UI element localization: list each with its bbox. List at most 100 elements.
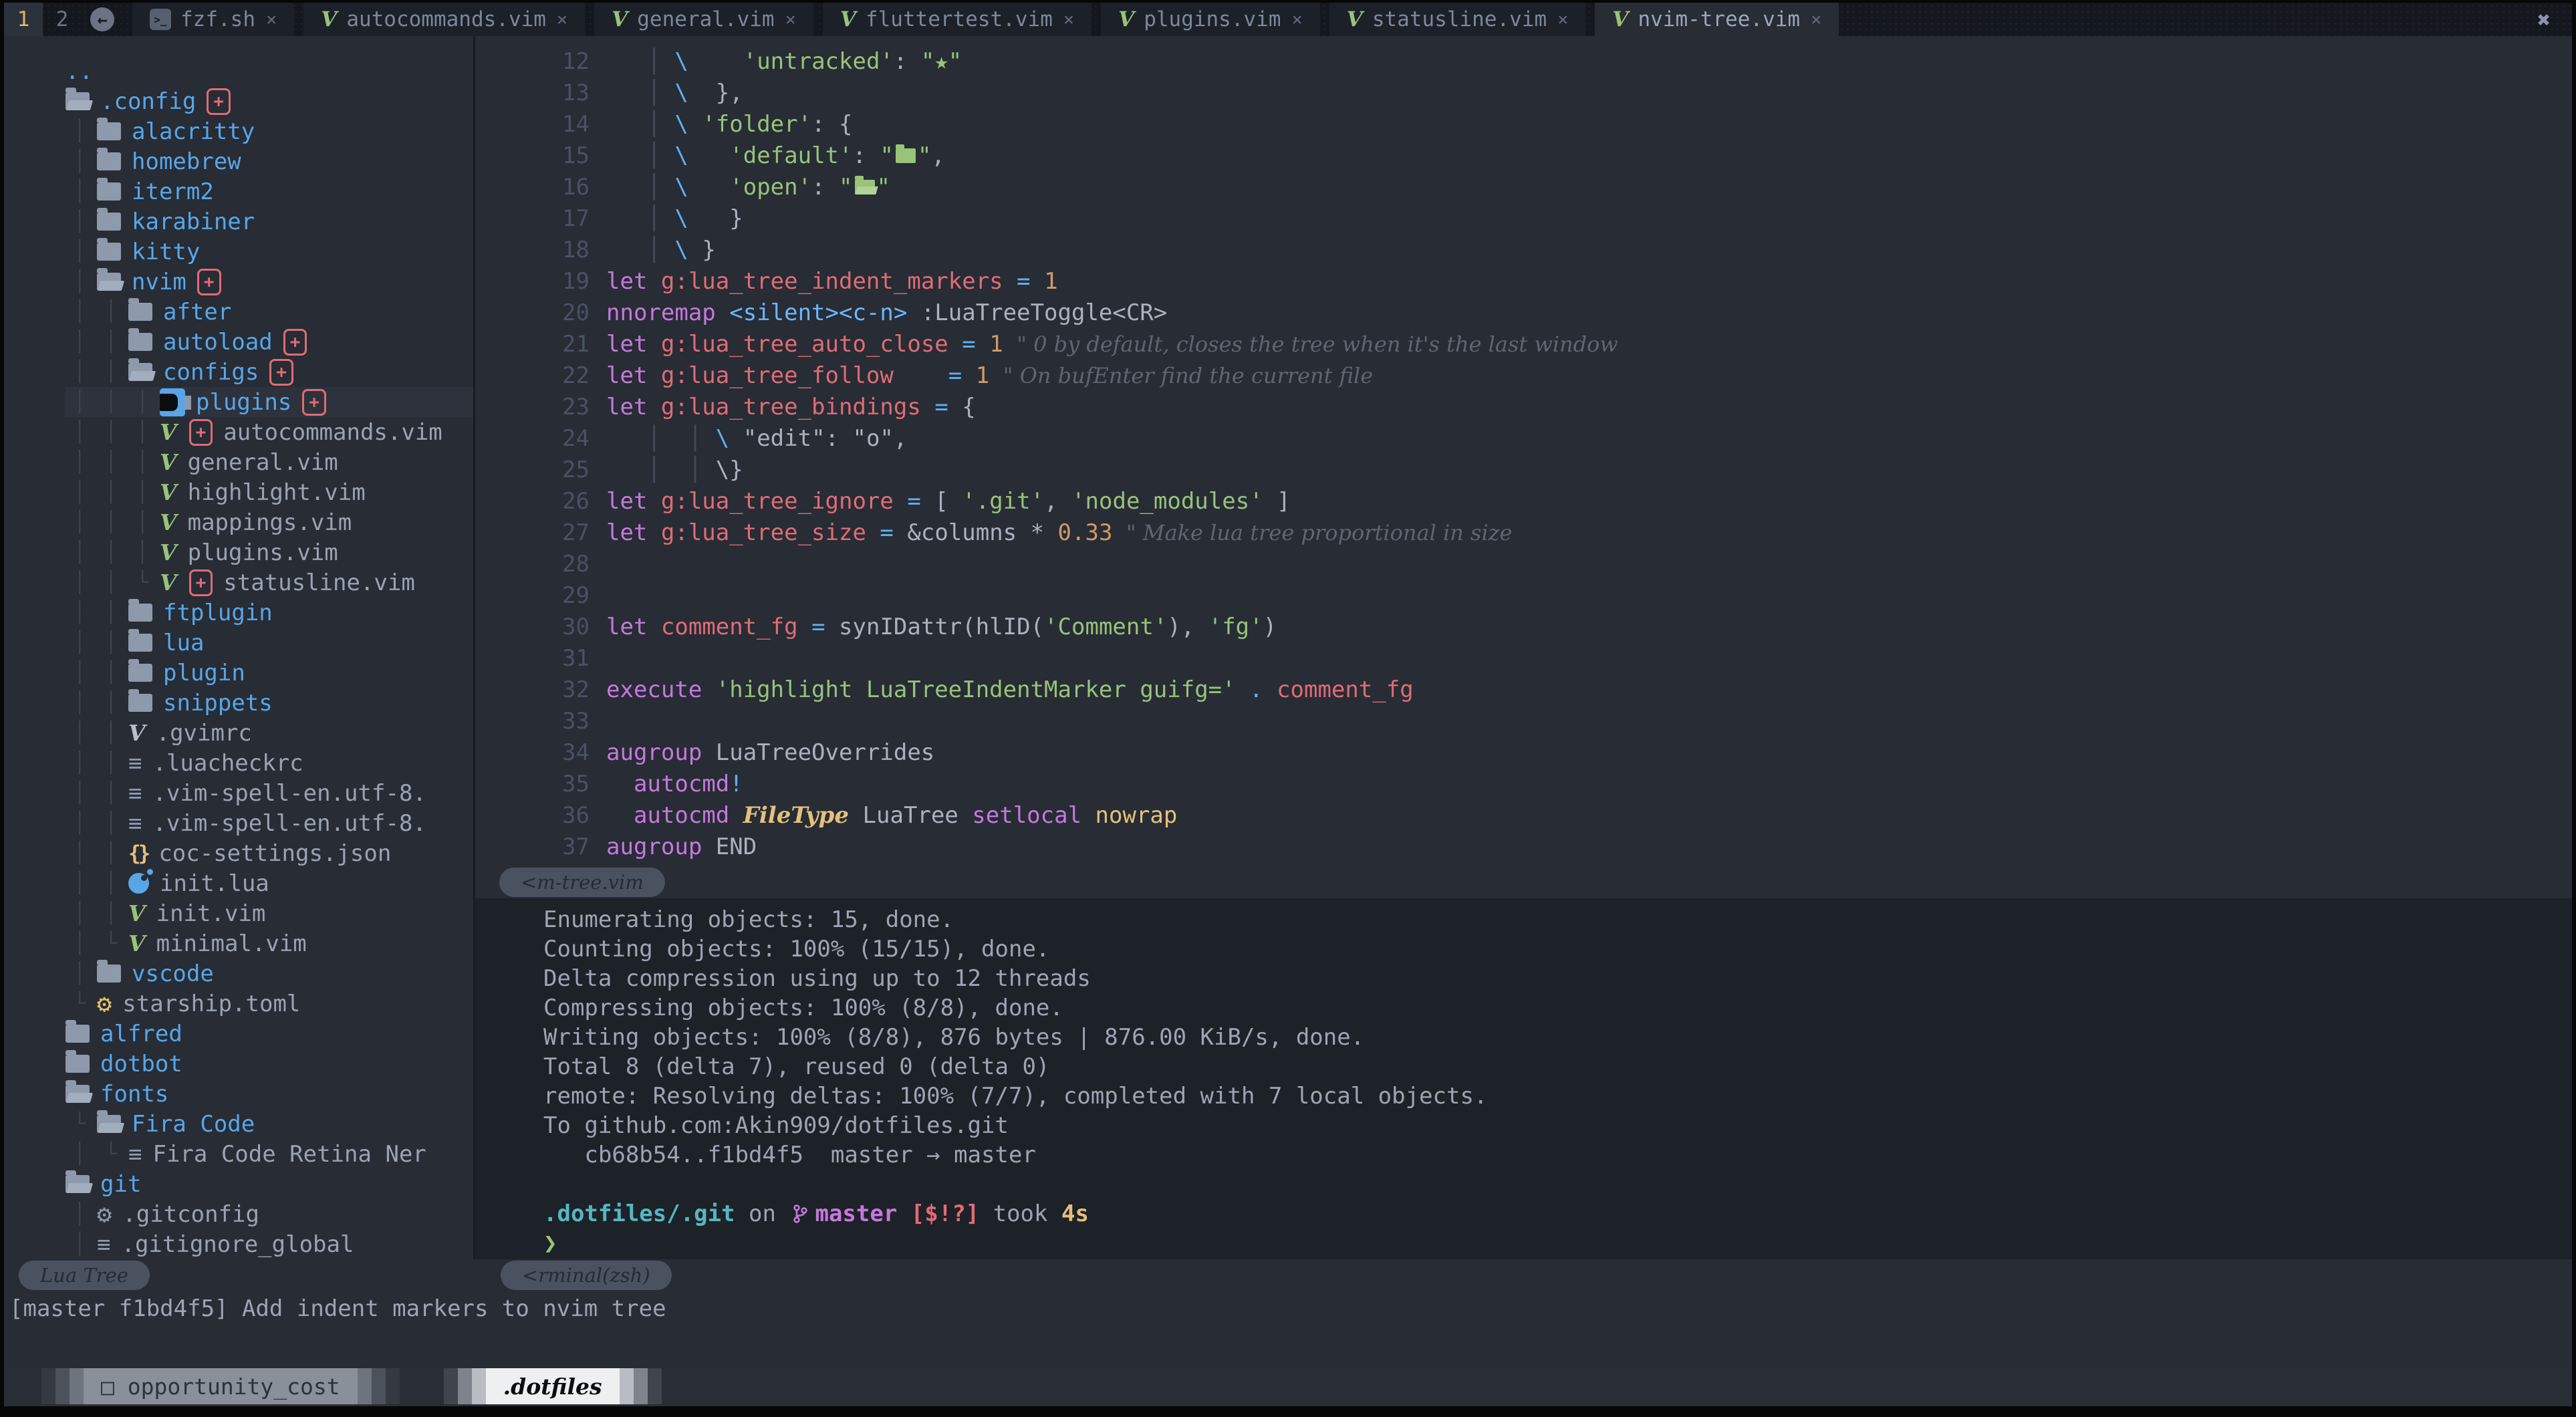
code-token: g:lua_tree_bindings [661, 394, 921, 420]
editor-tab[interactable]: Vautocommands.vim× [303, 3, 585, 36]
tree-item[interactable]: │││plugins+ [4, 387, 473, 417]
tree-item[interactable]: │││Vplugins.vim [4, 537, 473, 567]
tab-close-icon[interactable]: × [1557, 9, 1568, 30]
tree-item[interactable]: │└≡Fira Code Retina Ner [4, 1139, 473, 1169]
editor-tab[interactable]: Vnvim-tree.vim× [1595, 3, 1839, 36]
code-text: execute 'highlight LuaTreeIndentMarker g… [606, 676, 1414, 703]
tree-item[interactable]: └Fira Code [4, 1109, 473, 1139]
tree-item[interactable]: │││Vhighlight.vim [4, 477, 473, 507]
folder-icon [128, 604, 152, 622]
tree-item[interactable]: alfred [4, 1019, 473, 1049]
code-token: 'node_modules' [1071, 488, 1263, 515]
tab-close-icon[interactable]: × [557, 9, 567, 30]
tree-item[interactable]: ││≡.vim-spell-en.utf-8. [4, 808, 473, 838]
tab-label: general.vim [637, 7, 774, 31]
tree-item[interactable]: ││{}coc-settings.json [4, 838, 473, 868]
tree-item[interactable]: ││ftplugin [4, 598, 473, 628]
code-token: augroup [606, 833, 716, 860]
tree-item[interactable]: │nvim+ [4, 267, 473, 297]
tmux-window[interactable]: □ opportunity_cost [41, 1368, 400, 1404]
editor-tab[interactable]: Vstatusline.vim× [1329, 3, 1586, 36]
tree-item[interactable]: │⚙.gitconfig [4, 1199, 473, 1229]
tree-item-label: nvim [132, 269, 186, 295]
tmux-window-indicator[interactable]: 1 [4, 3, 43, 36]
tree-item[interactable]: ││lua [4, 628, 473, 658]
tmux-window[interactable]: .dotfiles [444, 1368, 662, 1404]
code-token [1263, 676, 1277, 703]
terminal-panel[interactable]: Enumerating objects: 15, done.Counting o… [475, 898, 2572, 1259]
tree-item[interactable]: ││autoload+ [4, 327, 473, 357]
editor-panel[interactable]: 12 │ \ 'untracked': "★"13 │ \ },14 │ \ '… [475, 36, 2572, 866]
line-number: 30 [475, 614, 590, 640]
tree-item[interactable]: │kitty [4, 237, 473, 267]
folder-open-glyph-icon [855, 180, 875, 195]
tree-item-label: autoload [163, 329, 273, 356]
code-line: 25 │ │ \} [475, 454, 2572, 485]
tree-item[interactable]: │││V+autocommands.vim [4, 417, 473, 447]
vim-file-icon: V [160, 449, 177, 475]
tree-guide: │ [66, 300, 97, 324]
tree-item[interactable]: │││Vmappings.vim [4, 507, 473, 537]
tab-close-icon[interactable]: × [1292, 9, 1303, 30]
tree-guide: └ [66, 992, 97, 1015]
tree-item-label: alacritty [132, 118, 255, 145]
tree-item-label: iterm2 [132, 178, 214, 205]
tree-guide: │ [66, 1142, 97, 1166]
tmux-window-indicator[interactable]: 2 [43, 3, 82, 36]
tree-item-label: mappings.vim [188, 509, 352, 536]
tree-guide: └ [97, 932, 128, 955]
tree-item[interactable]: │alacritty [4, 116, 473, 146]
terminal-token: Total 8 (delta 7), reused 0 (delta 0) [543, 1053, 1049, 1080]
tree-guide: │ [66, 842, 97, 865]
git-status-badge: + [207, 88, 231, 115]
code-token: : [894, 48, 921, 75]
tree-item[interactable]: dotbot [4, 1049, 473, 1079]
tree-item[interactable]: ││init.lua [4, 868, 473, 898]
tab-close-icon[interactable]: × [785, 9, 796, 30]
tree-item[interactable]: ││plugin [4, 658, 473, 688]
editor-tab[interactable]: Vgeneral.vim× [594, 3, 813, 36]
tree-item[interactable]: │karabiner [4, 207, 473, 237]
editor-tab[interactable]: Vfluttertest.vim× [823, 3, 1091, 36]
tree-item[interactable]: │└Vminimal.vim [4, 928, 473, 958]
line-number: 16 [475, 174, 590, 201]
code-line: 27let g:lua_tree_size = &columns * 0.33 … [475, 517, 2572, 548]
tree-item[interactable]: ││Vinit.vim [4, 898, 473, 928]
code-line: 20nnoremap <silent><c-n> :LuaTreeToggle<… [475, 297, 2572, 328]
tree-item[interactable]: │iterm2 [4, 176, 473, 207]
tree-item[interactable]: │vscode [4, 958, 473, 989]
tree-item[interactable]: ││≡.luacheckrc [4, 748, 473, 778]
tree-item[interactable]: ││after [4, 297, 473, 327]
tree-item[interactable]: ││└V+statusline.vim [4, 567, 473, 598]
tree-guide: │ [66, 902, 97, 925]
tree-guide: │ [66, 511, 97, 534]
tree-item[interactable]: git [4, 1169, 473, 1199]
tree-item[interactable]: │││Vgeneral.vim [4, 447, 473, 477]
editor-tab[interactable]: >_fzf.sh× [132, 3, 294, 36]
file-tree-panel[interactable]: ...config+│alacritty│homebrew│iterm2│kar… [4, 36, 475, 1259]
code-token [688, 142, 729, 169]
tree-item[interactable]: ││snippets [4, 688, 473, 718]
tree-item[interactable]: fonts [4, 1079, 473, 1109]
tree-guide: └ [97, 1142, 128, 1166]
back-button[interactable]: ← [82, 3, 123, 36]
tree-item[interactable]: └⚙starship.toml [4, 989, 473, 1019]
tree-item[interactable]: │≡.gitignore_global [4, 1229, 473, 1259]
code-token: let [606, 268, 661, 295]
code-token: = [880, 519, 893, 546]
code-line: 30let comment_fg = synIDattr(hlID('Comme… [475, 611, 2572, 642]
tree-item[interactable]: .. [4, 56, 473, 86]
tree-item[interactable]: .config+ [4, 86, 473, 116]
terminal-token: Enumerating objects: 15, done. [543, 906, 954, 933]
editor-tab[interactable]: Vplugins.vim× [1101, 3, 1320, 36]
tree-item[interactable]: ││V.gvimrc [4, 718, 473, 748]
tree-item[interactable]: ││configs+ [4, 357, 473, 387]
tree-item[interactable]: ││≡.vim-spell-en.utf-8. [4, 778, 473, 808]
tab-close-icon[interactable]: × [1811, 9, 1821, 30]
code-token: : [811, 174, 839, 201]
tab-close-icon[interactable]: × [1063, 9, 1074, 30]
close-all-button[interactable]: ✖ [2516, 3, 2572, 36]
tab-close-icon[interactable]: × [266, 9, 277, 30]
git-status-badge: + [189, 419, 213, 446]
tree-item[interactable]: │homebrew [4, 146, 473, 176]
